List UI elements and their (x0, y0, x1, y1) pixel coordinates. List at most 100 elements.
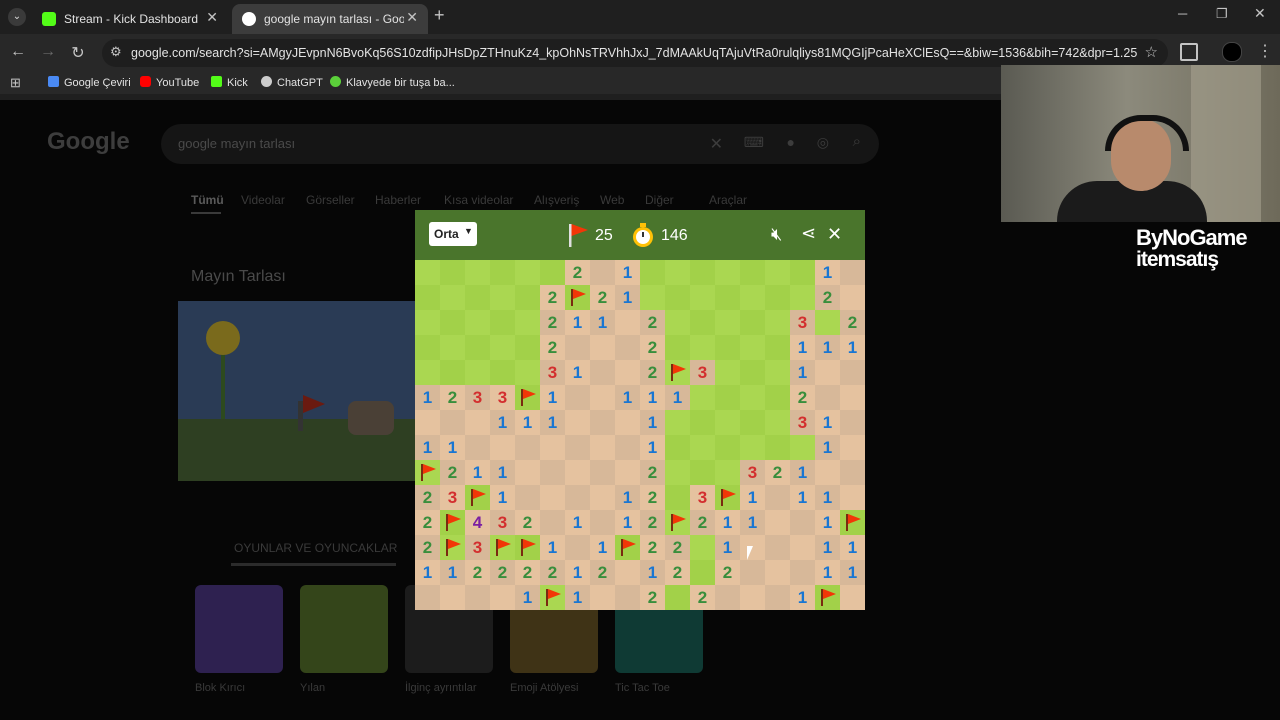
unrevealed-cell[interactable] (765, 285, 790, 310)
unrevealed-cell[interactable] (640, 285, 665, 310)
flagged-cell[interactable] (515, 535, 540, 560)
number-cell[interactable]: 2 (540, 335, 565, 360)
number-cell[interactable]: 3 (465, 535, 490, 560)
empty-cell[interactable] (790, 560, 815, 585)
unrevealed-cell[interactable] (715, 385, 740, 410)
unrevealed-cell[interactable] (440, 260, 465, 285)
unrevealed-cell[interactable] (415, 260, 440, 285)
tab-google-search[interactable]: google mayın tarlası - Google'da ✕ (232, 4, 428, 34)
empty-cell[interactable] (565, 435, 590, 460)
flagged-cell[interactable] (490, 535, 515, 560)
unrevealed-cell[interactable] (715, 410, 740, 435)
back-icon[interactable]: ← (8, 43, 28, 61)
forward-icon[interactable]: → (38, 43, 58, 61)
number-cell[interactable]: 1 (490, 485, 515, 510)
difficulty-dropdown[interactable]: Orta ▼ (429, 222, 477, 246)
empty-cell[interactable] (765, 510, 790, 535)
unrevealed-cell[interactable] (715, 335, 740, 360)
empty-cell[interactable] (540, 485, 565, 510)
empty-cell[interactable] (715, 585, 740, 610)
flagged-cell[interactable] (665, 360, 690, 385)
filter-all[interactable]: Tümü (191, 193, 224, 207)
unrevealed-cell[interactable] (740, 385, 765, 410)
empty-cell[interactable] (765, 560, 790, 585)
empty-cell[interactable] (565, 535, 590, 560)
number-cell[interactable]: 1 (565, 560, 590, 585)
number-cell[interactable]: 3 (490, 510, 515, 535)
flagged-cell[interactable] (540, 585, 565, 610)
unrevealed-cell[interactable] (740, 410, 765, 435)
unrevealed-cell[interactable] (665, 285, 690, 310)
number-cell[interactable]: 1 (715, 510, 740, 535)
unrevealed-cell[interactable] (765, 385, 790, 410)
empty-cell[interactable] (790, 535, 815, 560)
empty-cell[interactable] (840, 285, 865, 310)
empty-cell[interactable] (840, 360, 865, 385)
unrevealed-cell[interactable] (665, 310, 690, 335)
number-cell[interactable]: 3 (790, 310, 815, 335)
number-cell[interactable]: 1 (815, 485, 840, 510)
number-cell[interactable]: 1 (440, 560, 465, 585)
unrevealed-cell[interactable] (765, 360, 790, 385)
unrevealed-cell[interactable] (790, 260, 815, 285)
unrevealed-cell[interactable] (740, 435, 765, 460)
empty-cell[interactable] (590, 585, 615, 610)
unrevealed-cell[interactable] (665, 485, 690, 510)
number-cell[interactable]: 1 (815, 535, 840, 560)
number-cell[interactable]: 2 (790, 385, 815, 410)
empty-cell[interactable] (590, 410, 615, 435)
number-cell[interactable]: 1 (640, 435, 665, 460)
number-cell[interactable]: 3 (440, 485, 465, 510)
unrevealed-cell[interactable] (515, 310, 540, 335)
flagged-cell[interactable] (565, 285, 590, 310)
number-cell[interactable]: 2 (415, 510, 440, 535)
empty-cell[interactable] (465, 410, 490, 435)
flagged-cell[interactable] (715, 485, 740, 510)
number-cell[interactable]: 2 (640, 485, 665, 510)
unrevealed-cell[interactable] (715, 260, 740, 285)
unrevealed-cell[interactable] (740, 335, 765, 360)
number-cell[interactable]: 2 (515, 560, 540, 585)
empty-cell[interactable] (815, 460, 840, 485)
unrevealed-cell[interactable] (465, 285, 490, 310)
filter-short-videos[interactable]: Kısa videolar (444, 193, 513, 207)
share-icon[interactable]: ⋖ (801, 223, 816, 244)
number-cell[interactable]: 1 (615, 510, 640, 535)
number-cell[interactable]: 3 (740, 460, 765, 485)
empty-cell[interactable] (515, 460, 540, 485)
empty-cell[interactable] (615, 560, 640, 585)
unrevealed-cell[interactable] (690, 410, 715, 435)
number-cell[interactable]: 2 (490, 560, 515, 585)
number-cell[interactable]: 1 (490, 460, 515, 485)
mute-icon[interactable]: 🔇︎ (771, 224, 782, 245)
empty-cell[interactable] (590, 460, 615, 485)
number-cell[interactable]: 2 (590, 560, 615, 585)
empty-cell[interactable] (440, 410, 465, 435)
number-cell[interactable]: 1 (790, 335, 815, 360)
empty-cell[interactable] (590, 360, 615, 385)
menu-icon[interactable]: ⋮ (1257, 41, 1273, 61)
bookmark-google-translate[interactable]: Google Çeviri (48, 76, 131, 89)
empty-cell[interactable] (465, 435, 490, 460)
number-cell[interactable]: 2 (440, 385, 465, 410)
number-cell[interactable]: 2 (540, 560, 565, 585)
unrevealed-cell[interactable] (415, 360, 440, 385)
unrevealed-cell[interactable] (515, 285, 540, 310)
empty-cell[interactable] (615, 585, 640, 610)
reload-icon[interactable]: ↻ (68, 43, 88, 63)
site-info-icon[interactable]: ⚙ (110, 44, 122, 60)
unrevealed-cell[interactable] (465, 360, 490, 385)
empty-cell[interactable] (565, 410, 590, 435)
filter-web[interactable]: Web (600, 193, 624, 207)
number-cell[interactable]: 1 (665, 385, 690, 410)
empty-cell[interactable] (815, 385, 840, 410)
empty-cell[interactable] (615, 360, 640, 385)
unrevealed-cell[interactable] (740, 310, 765, 335)
unrevealed-cell[interactable] (765, 310, 790, 335)
unrevealed-cell[interactable] (740, 285, 765, 310)
filter-tools[interactable]: Araçlar (709, 193, 747, 207)
unrevealed-cell[interactable] (415, 310, 440, 335)
flagged-cell[interactable] (615, 535, 640, 560)
number-cell[interactable]: 2 (640, 360, 665, 385)
unrevealed-cell[interactable] (815, 310, 840, 335)
